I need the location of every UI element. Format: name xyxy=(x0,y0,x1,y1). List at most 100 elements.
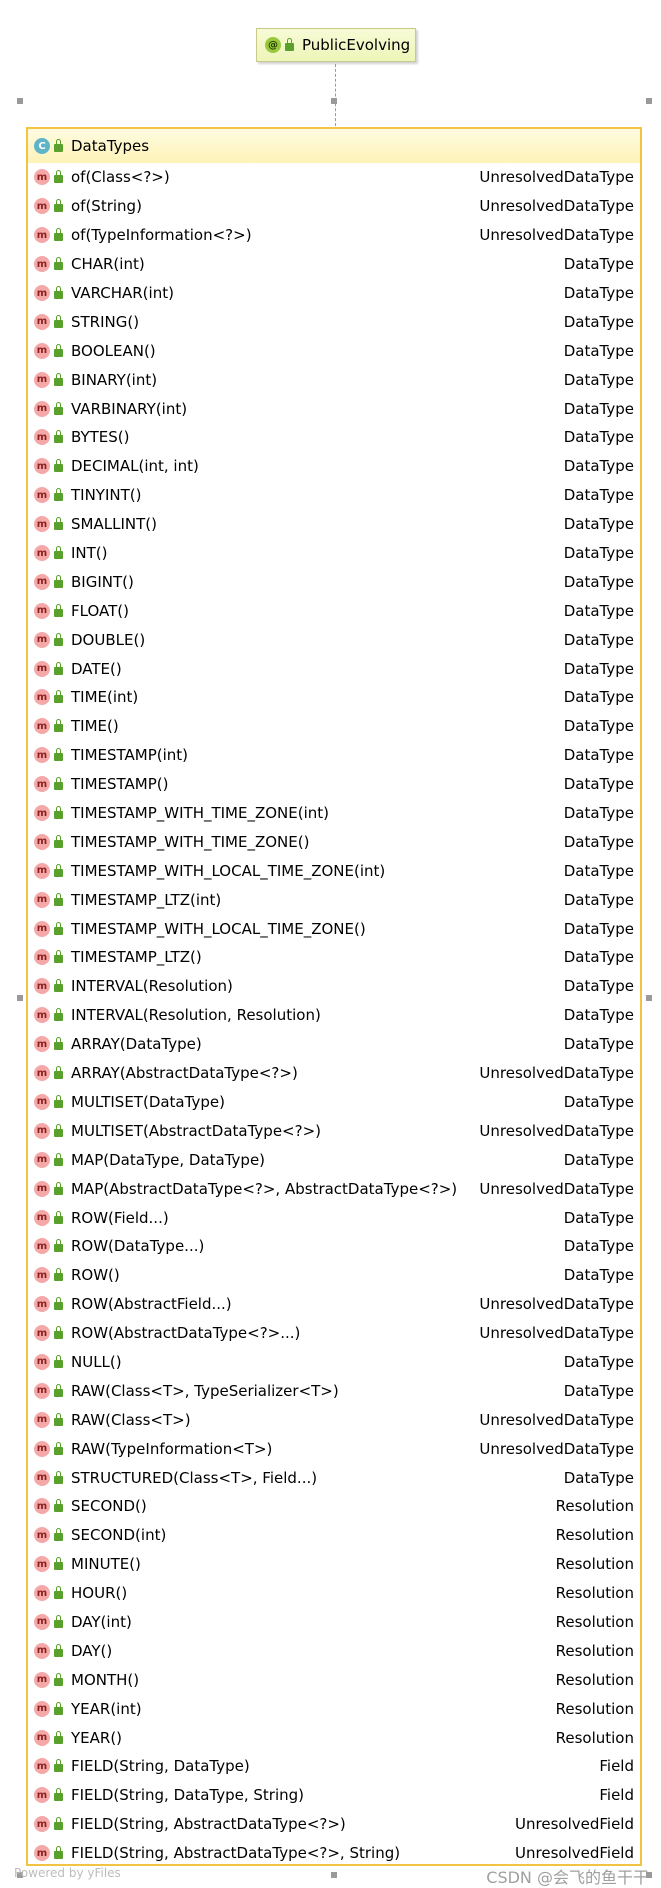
member-row[interactable]: m HOUR() Resolution xyxy=(28,1579,640,1608)
member-row[interactable]: m SECOND(int) Resolution xyxy=(28,1521,640,1550)
member-row[interactable]: m BINARY(int) DataType xyxy=(28,365,640,394)
method-icon: m xyxy=(34,1093,50,1110)
member-row[interactable]: m STRUCTURED(Class<T>, Field...) DataType xyxy=(28,1463,640,1492)
return-type: UnresolvedDataType xyxy=(479,1324,634,1343)
method-signature: SECOND() xyxy=(71,1497,147,1516)
resize-handle-top-center[interactable] xyxy=(331,98,337,104)
method-signature: VARBINARY(int) xyxy=(71,399,188,418)
return-type: DataType xyxy=(563,977,634,996)
member-row[interactable]: m DAY(int) Resolution xyxy=(28,1608,640,1637)
method-signature: of(TypeInformation<?>) xyxy=(71,226,252,245)
member-row[interactable]: m MULTISET(AbstractDataType<?>) Unresolved… xyxy=(28,1116,640,1145)
member-row[interactable]: m ARRAY(DataType) DataType xyxy=(28,1030,640,1059)
return-type: DataType xyxy=(563,717,634,736)
member-row[interactable]: m ROW(DataType...) DataType xyxy=(28,1232,640,1261)
method-icon: m xyxy=(34,747,50,764)
member-row[interactable]: m MINUTE() Resolution xyxy=(28,1550,640,1579)
resize-handle-middle-left[interactable] xyxy=(17,995,23,1001)
member-row[interactable]: m of(TypeInformation<?>) UnresolvedDataTyp… xyxy=(28,221,640,250)
method-signature: of(String) xyxy=(71,197,142,216)
member-row[interactable]: m TIME(int) DataType xyxy=(28,683,640,712)
member-row[interactable]: m NULL() DataType xyxy=(28,1348,640,1377)
member-row[interactable]: m INTERVAL(Resolution) DataType xyxy=(28,972,640,1001)
member-row[interactable]: m MULTISET(DataType) DataType xyxy=(28,1088,640,1117)
member-row[interactable]: m DECIMAL(int, int) DataType xyxy=(28,452,640,481)
member-row[interactable]: m FIELD(String, DataType, String) Field xyxy=(28,1781,640,1810)
method-icon: m xyxy=(34,833,50,850)
public-lock-icon xyxy=(54,170,63,184)
member-row[interactable]: m RAW(Class<T>, TypeSerializer<T>) DataTyp… xyxy=(28,1376,640,1405)
public-lock-icon xyxy=(54,1210,63,1224)
member-row[interactable]: m TIMESTAMP_WITH_LOCAL_TIME_ZONE(int) Data… xyxy=(28,856,640,885)
annotation-connector-edge xyxy=(335,64,336,126)
member-row[interactable]: m SMALLINT() DataType xyxy=(28,510,640,539)
method-signature: TIMESTAMP_WITH_TIME_ZONE(int) xyxy=(71,804,330,823)
method-signature: BOOLEAN() xyxy=(71,341,156,360)
member-row[interactable]: m FLOAT() DataType xyxy=(28,596,640,625)
public-lock-icon xyxy=(54,1528,63,1542)
member-row[interactable]: m TIMESTAMP_WITH_TIME_ZONE() DataType xyxy=(28,827,640,856)
member-row[interactable]: m TIMESTAMP_LTZ(int) DataType xyxy=(28,885,640,914)
member-row[interactable]: m of(String) UnresolvedDataType xyxy=(28,192,640,221)
member-row[interactable]: m of(Class<?>) UnresolvedDataType xyxy=(28,163,640,192)
annotation-node-publicevolving[interactable]: @ PublicEvolving xyxy=(256,28,416,62)
member-row[interactable]: m MONTH() Resolution xyxy=(28,1665,640,1694)
method-icon: m xyxy=(34,1296,50,1313)
member-row[interactable]: m TIMESTAMP() DataType xyxy=(28,770,640,799)
member-row[interactable]: m RAW(Class<T>) UnresolvedDataType xyxy=(28,1405,640,1434)
public-lock-icon xyxy=(54,1614,63,1628)
member-row[interactable]: m TIMESTAMP_WITH_LOCAL_TIME_ZONE() DataTyp… xyxy=(28,914,640,943)
method-icon: m xyxy=(34,227,50,244)
member-row[interactable]: m DAY() Resolution xyxy=(28,1636,640,1665)
member-row[interactable]: m TIMESTAMP_LTZ() DataType xyxy=(28,943,640,972)
return-type: DataType xyxy=(563,544,634,563)
member-row[interactable]: m INT() DataType xyxy=(28,539,640,568)
member-row[interactable]: m INTERVAL(Resolution, Resolution) DataTyp… xyxy=(28,1001,640,1030)
class-node-datatypes[interactable]: C DataTypes m of(Class<?>) UnresolvedDataT… xyxy=(26,127,642,1866)
resize-handle-top-left[interactable] xyxy=(17,98,23,104)
member-row[interactable]: m ROW(AbstractDataType<?>...) UnresolvedDa… xyxy=(28,1319,640,1348)
member-row[interactable]: m ROW(AbstractField...) UnresolvedDataType xyxy=(28,1290,640,1319)
member-row[interactable]: m TIME() DataType xyxy=(28,712,640,741)
member-row[interactable]: m BYTES() DataType xyxy=(28,423,640,452)
member-row[interactable]: m VARCHAR(int) DataType xyxy=(28,279,640,308)
class-header[interactable]: C DataTypes xyxy=(28,129,640,163)
member-row[interactable]: m YEAR() Resolution xyxy=(28,1723,640,1752)
member-row[interactable]: m BOOLEAN() DataType xyxy=(28,336,640,365)
resize-handle-bottom-center[interactable] xyxy=(331,1872,337,1878)
member-row[interactable]: m RAW(TypeInformation<T>) UnresolvedDataTy… xyxy=(28,1434,640,1463)
resize-handle-middle-right[interactable] xyxy=(646,995,652,1001)
method-icon: m xyxy=(34,1180,50,1197)
member-row[interactable]: m TIMESTAMP(int) DataType xyxy=(28,741,640,770)
member-row[interactable]: m STRING() DataType xyxy=(28,307,640,336)
member-row[interactable]: m MAP(DataType, DataType) DataType xyxy=(28,1145,640,1174)
public-lock-icon xyxy=(54,517,63,531)
public-lock-icon xyxy=(54,199,63,213)
method-signature: TIMESTAMP_WITH_LOCAL_TIME_ZONE(int) xyxy=(71,861,386,880)
member-row[interactable]: m FIELD(String, AbstractDataType<?>) Unres… xyxy=(28,1810,640,1839)
member-row[interactable]: m TINYINT() DataType xyxy=(28,481,640,510)
method-signature: TIMESTAMP_WITH_TIME_ZONE() xyxy=(71,832,310,851)
member-row[interactable]: m DATE() DataType xyxy=(28,654,640,683)
member-row[interactable]: m CHAR(int) DataType xyxy=(28,250,640,279)
member-row[interactable]: m VARBINARY(int) DataType xyxy=(28,394,640,423)
return-type: DataType xyxy=(563,919,634,938)
public-lock-icon xyxy=(54,1701,63,1715)
member-row[interactable]: m MAP(AbstractDataType<?>, AbstractDataTy… xyxy=(28,1174,640,1203)
public-lock-icon xyxy=(54,1499,63,1513)
public-lock-icon xyxy=(54,228,63,242)
member-row[interactable]: m FIELD(String, DataType) Field xyxy=(28,1752,640,1781)
member-row[interactable]: m TIMESTAMP_WITH_TIME_ZONE(int) DataType xyxy=(28,799,640,828)
member-row[interactable]: m ROW() DataType xyxy=(28,1261,640,1290)
member-row[interactable]: m ARRAY(AbstractDataType<?>) UnresolvedDat… xyxy=(28,1059,640,1088)
member-row[interactable]: m DOUBLE() DataType xyxy=(28,625,640,654)
member-row[interactable]: m YEAR(int) Resolution xyxy=(28,1694,640,1723)
method-icon: m xyxy=(34,920,50,937)
public-lock-icon xyxy=(54,1672,63,1686)
member-row[interactable]: m BIGINT() DataType xyxy=(28,567,640,596)
method-signature: INTERVAL(Resolution) xyxy=(71,977,233,996)
return-type: DataType xyxy=(563,746,634,765)
member-row[interactable]: m SECOND() Resolution xyxy=(28,1492,640,1521)
resize-handle-top-right[interactable] xyxy=(646,98,652,104)
member-row[interactable]: m ROW(Field...) DataType xyxy=(28,1203,640,1232)
